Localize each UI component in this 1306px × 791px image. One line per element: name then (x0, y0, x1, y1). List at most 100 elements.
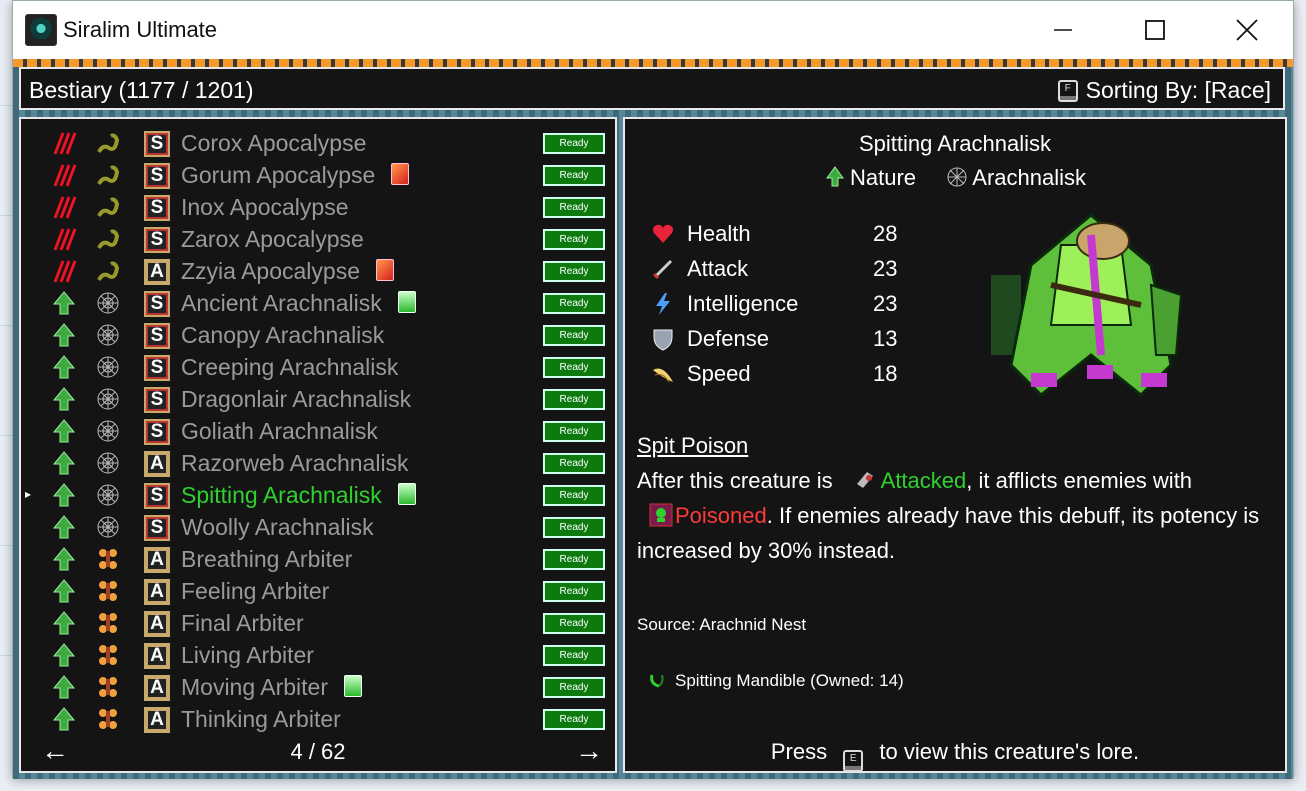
title-bar[interactable]: Siralim Ultimate (13, 1, 1293, 59)
creature-list-item[interactable]: S Creeping Arachnalisk Ready (21, 351, 615, 383)
apocalypse-race-icon (95, 258, 121, 284)
nature-element-icon (51, 354, 77, 380)
ready-status[interactable]: Ready (543, 293, 605, 314)
creature-class-icon: S (144, 483, 170, 509)
ready-status[interactable]: Ready (543, 613, 605, 634)
lore-post: to view this creature's lore. (879, 739, 1140, 764)
apocalypse-race-icon (95, 162, 121, 188)
ready-status[interactable]: Ready (543, 549, 605, 570)
stat-label: Intelligence (687, 291, 799, 316)
siralim-app-icon (25, 14, 57, 46)
bestiary-title: Bestiary (1177 / 1201) (29, 77, 254, 103)
creature-list-item[interactable]: A Breathing Arbiter Ready (21, 543, 615, 575)
minimize-button[interactable] (1017, 1, 1109, 59)
creature-name: Spitting Arachnalisk (859, 131, 1051, 156)
keyword-attacked[interactable]: Attacked (881, 468, 967, 493)
creature-list-name-text: Ancient Arachnalisk (181, 290, 382, 316)
sort-control[interactable]: F Sorting By: [Race] (1057, 77, 1271, 104)
chaos-element-icon (51, 226, 77, 252)
arachnalisk-race-icon (95, 514, 121, 540)
creature-list-item[interactable]: S Dragonlair Arachnalisk Ready (21, 383, 615, 415)
nature-element-icon (51, 418, 77, 444)
window-title: Siralim Ultimate (63, 17, 218, 42)
creature-list-item[interactable]: S Woolly Arachnalisk Ready (21, 511, 615, 543)
keyword-poisoned[interactable]: Poisoned (675, 503, 767, 528)
ready-status[interactable]: Ready (543, 453, 605, 474)
ready-status[interactable]: Ready (543, 421, 605, 442)
creature-class-icon: S (144, 163, 170, 189)
window-controls (1017, 1, 1293, 59)
creature-list-item[interactable]: A Thinking Arbiter Ready (21, 703, 615, 735)
keyboard-key-icon[interactable]: E (843, 750, 864, 772)
apocalypse-race-icon (95, 226, 121, 252)
creature-list-item[interactable]: A Moving Arbiter Ready (21, 671, 615, 703)
creature-list-item[interactable]: A Final Arbiter Ready (21, 607, 615, 639)
mandible-icon (649, 672, 665, 688)
creature-list-name: Final Arbiter (181, 610, 304, 637)
nature-element-icon (51, 290, 77, 316)
ready-status[interactable]: Ready (543, 229, 605, 250)
ready-status[interactable]: Ready (543, 357, 605, 378)
ready-status[interactable]: Ready (543, 197, 605, 218)
shield-icon (651, 327, 675, 351)
creature-list-name-text: Zarox Apocalypse (181, 226, 364, 252)
ready-status[interactable]: Ready (543, 517, 605, 538)
ready-status[interactable]: Ready (543, 581, 605, 602)
page-indicator: 4 / 62 (290, 739, 346, 764)
ready-status[interactable]: Ready (543, 645, 605, 666)
creature-list-item[interactable]: A Feeling Arbiter Ready (21, 575, 615, 607)
nature-element-icon (51, 322, 77, 348)
creature-class-icon: A (144, 451, 170, 477)
creature-class-icon: S (144, 419, 170, 445)
ready-status[interactable]: Ready (543, 133, 605, 154)
creature-class-icon: S (144, 387, 170, 413)
chaos-element-icon (51, 194, 77, 220)
creature-list-name: Woolly Arachnalisk (181, 514, 374, 541)
creature-list-name-text: Feeling Arbiter (181, 578, 330, 604)
creature-class-icon: A (144, 675, 170, 701)
creature-source: Source: Arachnid Nest (637, 615, 807, 634)
poisoned-icon (649, 502, 673, 527)
creature-list-name: Ancient Arachnalisk (181, 290, 416, 317)
next-page-arrow-icon[interactable]: → (575, 735, 603, 767)
creature-list-item[interactable]: A Living Arbiter Ready (21, 639, 615, 671)
creature-list-item[interactable]: S Goliath Arachnalisk Ready (21, 415, 615, 447)
ready-status[interactable]: Ready (543, 325, 605, 346)
creature-list-name: Gorum Apocalypse (181, 162, 410, 189)
creature-list-item[interactable]: S Zarox Apocalypse Ready (21, 223, 615, 255)
ready-status[interactable]: Ready (543, 389, 605, 410)
creature-list-item[interactable]: ▸ S Spitting Arachnalisk Ready (21, 479, 615, 511)
ready-status[interactable]: Ready (543, 261, 605, 282)
ready-status[interactable]: Ready (543, 485, 605, 506)
creature-list-item[interactable]: S Inox Apocalypse Ready (21, 191, 615, 223)
ready-status[interactable]: Ready (543, 165, 605, 186)
creature-list-name: Zzyia Apocalypse (181, 258, 394, 285)
creature-list-item[interactable]: S Gorum Apocalypse Ready (21, 159, 615, 191)
close-icon (1236, 19, 1258, 41)
creature-list-panel: S Corox Apocalypse Ready S Gorum Apocalypse R… (19, 117, 617, 773)
arbiter-race-icon (95, 706, 121, 732)
close-button[interactable] (1201, 1, 1293, 59)
creature-class-icon: S (144, 227, 170, 253)
creature-list-name-text: Living Arbiter (181, 642, 314, 668)
creature-race: Arachnalisk (972, 165, 1086, 190)
creature-sprite (991, 213, 1183, 398)
creature-element: Nature (849, 165, 917, 190)
apocalypse-race-icon (95, 130, 121, 156)
ready-status[interactable]: Ready (543, 677, 605, 698)
creature-list-name-text: Spitting Arachnalisk (181, 482, 382, 508)
trait-description: After this creature is Attacked, it affli… (637, 463, 1277, 568)
ready-status[interactable]: Ready (543, 709, 605, 730)
creature-class-icon: S (144, 195, 170, 221)
nature-element-icon (51, 610, 77, 636)
arachnalisk-race-icon (95, 418, 121, 444)
creature-list-name-text: Goliath Arachnalisk (181, 418, 378, 444)
creature-list-item[interactable]: S Ancient Arachnalisk Ready (21, 287, 615, 319)
creature-list-item[interactable]: A Zzyia Apocalypse Ready (21, 255, 615, 287)
creature-list-item[interactable]: A Razorweb Arachnalisk Ready (21, 447, 615, 479)
maximize-button[interactable] (1109, 1, 1201, 59)
game-window: Siralim Ultimate Bestiary (1177 / 1201) … (12, 0, 1294, 779)
creature-class-icon: A (144, 259, 170, 285)
creature-list-item[interactable]: S Canopy Arachnalisk Ready (21, 319, 615, 351)
creature-list-item[interactable]: S Corox Apocalypse Ready (21, 127, 615, 159)
